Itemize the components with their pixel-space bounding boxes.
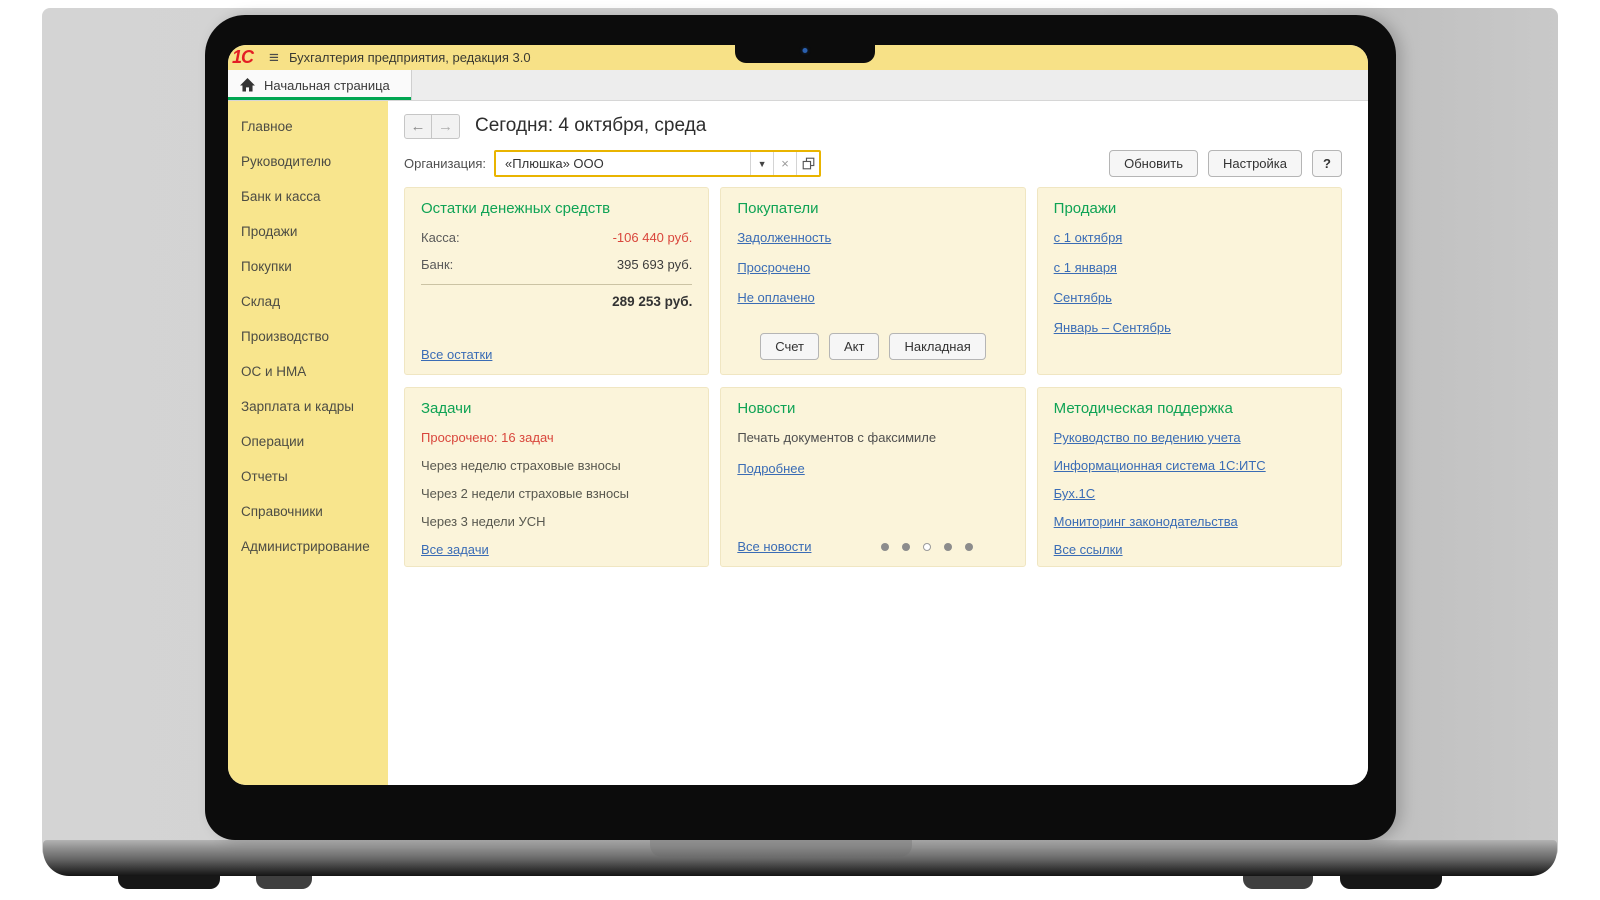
sidebar-item-operations[interactable]: Операции xyxy=(228,424,388,459)
row-value: 395 693 руб. xyxy=(617,257,692,272)
carousel-dot[interactable] xyxy=(944,543,952,551)
link-buh-1c[interactable]: Бух.1С xyxy=(1054,486,1095,501)
link-more-details[interactable]: Подробнее xyxy=(737,461,804,476)
app-window: 1С ≡ Бухгалтерия предприятия, редакция 3… xyxy=(228,45,1368,785)
news-bottom-row: Все новости xyxy=(737,539,1008,554)
1c-logo-icon: 1С xyxy=(232,47,253,68)
tab-bar: Начальная страница xyxy=(228,70,1368,101)
laptop-lid-notch xyxy=(650,840,912,857)
card-method-support: Методическая поддержка Руководство по ве… xyxy=(1037,387,1342,567)
carousel-dot[interactable] xyxy=(923,543,931,551)
sidebar-item-purchases[interactable]: Покупки xyxy=(228,249,388,284)
link-all-tasks[interactable]: Все задачи xyxy=(421,542,489,557)
news-headline: Печать документов с факсимиле xyxy=(737,430,1008,445)
dropdown-arrow-icon[interactable]: ▼ xyxy=(750,152,773,175)
today-date-heading: Сегодня: 4 октября, среда xyxy=(475,115,706,137)
carousel-dot[interactable] xyxy=(881,543,889,551)
section-sidebar: Главное Руководителю Банк и касса Продаж… xyxy=(228,101,388,785)
task-item: Через неделю страховые взносы xyxy=(421,458,692,473)
link-unpaid[interactable]: Не оплачено xyxy=(737,290,814,305)
cash-row-kassa: Касса: -106 440 руб. xyxy=(421,230,692,245)
news-carousel-dots[interactable] xyxy=(881,543,973,551)
sidebar-item-salary-hr[interactable]: Зарплата и кадры xyxy=(228,389,388,424)
settings-button[interactable]: Настройка xyxy=(1208,150,1302,177)
card-cash-balances: Остатки денежных средств Касса: -106 440… xyxy=(404,187,709,375)
link-1c-its[interactable]: Информационная система 1С:ИТС xyxy=(1054,458,1266,473)
app-title: Бухгалтерия предприятия, редакция 3.0 xyxy=(289,50,531,65)
camera-notch xyxy=(735,15,875,63)
sidebar-item-bank-cash[interactable]: Банк и касса xyxy=(228,179,388,214)
help-button[interactable]: ? xyxy=(1312,150,1342,177)
laptop-base xyxy=(43,840,1557,876)
sidebar-item-directories[interactable]: Справочники xyxy=(228,494,388,529)
laptop-mockup: 1С ≡ Бухгалтерия предприятия, редакция 3… xyxy=(0,0,1600,900)
link-all-news[interactable]: Все новости xyxy=(737,539,811,554)
card-title: Покупатели xyxy=(737,200,1008,217)
main-area: ← → Сегодня: 4 октября, среда Организаци… xyxy=(388,101,1368,785)
waybill-button[interactable]: Накладная xyxy=(889,333,985,360)
webcam-icon xyxy=(803,48,808,53)
card-news: Новости Печать документов с факсимиле По… xyxy=(720,387,1025,567)
link-law-monitoring[interactable]: Мониторинг законодательства xyxy=(1054,514,1238,529)
nav-row: ← → Сегодня: 4 октября, среда xyxy=(404,112,1342,140)
sidebar-item-main[interactable]: Главное xyxy=(228,109,388,144)
link-overdue[interactable]: Просрочено xyxy=(737,260,810,275)
card-title: Продажи xyxy=(1054,200,1325,217)
back-arrow-button[interactable]: ← xyxy=(404,114,432,139)
cash-total: 289 253 руб. xyxy=(421,294,692,309)
row-label: Банк: xyxy=(421,257,453,272)
row-value-negative: -106 440 руб. xyxy=(613,230,693,245)
carousel-dot[interactable] xyxy=(902,543,910,551)
link-since-oct-1[interactable]: с 1 октября xyxy=(1054,230,1123,245)
carousel-dot[interactable] xyxy=(965,543,973,551)
card-title: Новости xyxy=(737,400,1008,417)
link-accounting-guide[interactable]: Руководство по ведению учета xyxy=(1054,430,1241,445)
row-label: Касса: xyxy=(421,230,460,245)
task-item: Через 3 недели УСН xyxy=(421,514,692,529)
link-since-jan-1[interactable]: с 1 января xyxy=(1054,260,1117,275)
clear-field-icon[interactable]: × xyxy=(773,152,796,175)
link-jan-sep[interactable]: Январь – Сентябрь xyxy=(1054,320,1171,335)
refresh-button[interactable]: Обновить xyxy=(1109,150,1198,177)
hamburger-menu-icon[interactable]: ≡ xyxy=(269,49,279,66)
link-september[interactable]: Сентябрь xyxy=(1054,290,1112,305)
task-item: Через 2 недели страховые взносы xyxy=(421,486,692,501)
sidebar-item-reports[interactable]: Отчеты xyxy=(228,459,388,494)
card-title: Методическая поддержка xyxy=(1054,400,1325,417)
card-title: Остатки денежных средств xyxy=(421,200,692,217)
forward-arrow-button[interactable]: → xyxy=(432,114,460,139)
invoice-button[interactable]: Счет xyxy=(760,333,819,360)
organization-combobox[interactable]: «Плюшка» ООО ▼ × xyxy=(494,150,821,177)
sidebar-item-sales[interactable]: Продажи xyxy=(228,214,388,249)
organization-label: Организация: xyxy=(404,156,486,171)
sidebar-item-warehouse[interactable]: Склад xyxy=(228,284,388,319)
home-icon xyxy=(240,78,255,92)
sidebar-item-production[interactable]: Производство xyxy=(228,319,388,354)
choose-from-list-icon[interactable] xyxy=(796,152,819,175)
link-debt[interactable]: Задолженность xyxy=(737,230,831,245)
sidebar-item-manager[interactable]: Руководителю xyxy=(228,144,388,179)
header-actions: Обновить Настройка ? xyxy=(1109,150,1342,177)
organization-row: Организация: «Плюшка» ООО ▼ × xyxy=(404,150,1342,177)
laptop-screen-bezel: 1С ≡ Бухгалтерия предприятия, редакция 3… xyxy=(205,15,1396,840)
sidebar-item-fixed-assets[interactable]: ОС и НМА xyxy=(228,354,388,389)
card-buyers: Покупатели Задолженность Просрочено Не о… xyxy=(720,187,1025,375)
two-squares-icon xyxy=(802,157,815,170)
organization-value[interactable]: «Плюшка» ООО xyxy=(496,152,750,175)
tab-label: Начальная страница xyxy=(264,78,390,93)
app-body: Главное Руководителю Банк и касса Продаж… xyxy=(228,101,1368,785)
link-all-links[interactable]: Все ссылки xyxy=(1054,542,1123,557)
tasks-overdue-status[interactable]: Просрочено: 16 задач xyxy=(421,430,692,445)
divider xyxy=(421,284,692,285)
card-sales: Продажи с 1 октября с 1 января Сентябрь … xyxy=(1037,187,1342,375)
buyers-doc-buttons: Счет Акт Накладная xyxy=(737,333,1008,362)
cash-row-bank: Банк: 395 693 руб. xyxy=(421,257,692,272)
link-all-balances[interactable]: Все остатки xyxy=(421,347,492,362)
act-button[interactable]: Акт xyxy=(829,333,879,360)
card-title: Задачи xyxy=(421,400,692,417)
dashboard-cards: Остатки денежных средств Касса: -106 440… xyxy=(404,187,1342,567)
tab-home-page[interactable]: Начальная страница xyxy=(228,70,412,100)
sidebar-item-administration[interactable]: Администрирование xyxy=(228,529,388,564)
card-tasks: Задачи Просрочено: 16 задач Через неделю… xyxy=(404,387,709,567)
